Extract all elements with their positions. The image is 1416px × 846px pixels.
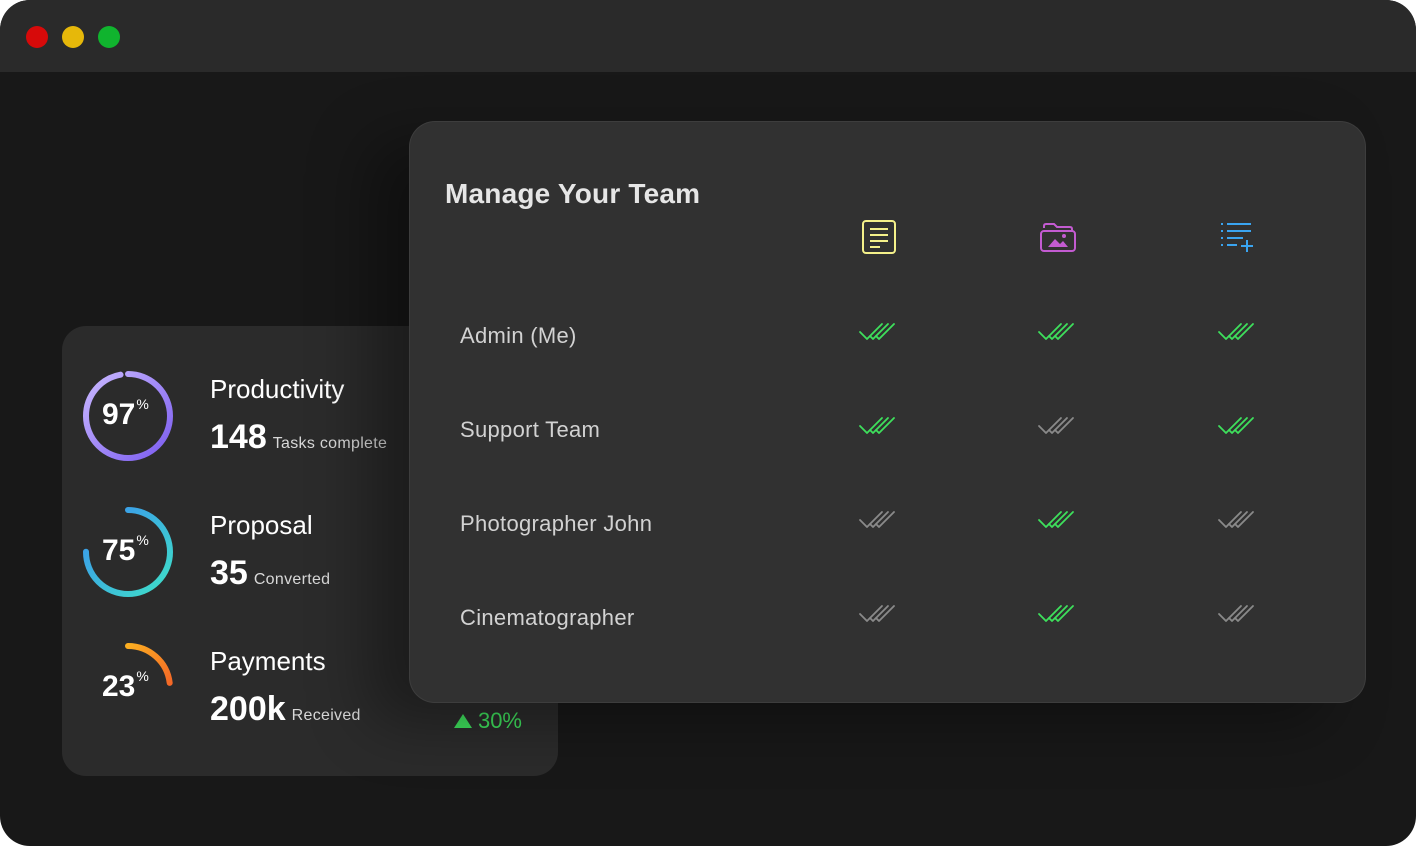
trend-value: 30% — [477, 708, 522, 733]
manage-team-panel: Manage Your Team Admin (Me) Support Team… — [409, 121, 1366, 703]
permission-denied-check-icon[interactable] — [1217, 508, 1261, 532]
document-icon[interactable] — [860, 218, 898, 256]
stat-title: Proposal — [210, 510, 313, 540]
permission-granted-check-icon[interactable] — [858, 414, 902, 438]
permission-granted-check-icon[interactable] — [1217, 320, 1261, 344]
permission-granted-check-icon[interactable] — [1037, 320, 1081, 344]
stat-title: Productivity — [210, 374, 345, 404]
app-window: 97% Productivity 148 Tasks complete 75% P… — [0, 0, 1416, 846]
stat-caption: Tasks complete — [272, 435, 388, 452]
team-member-label: Cinematographer — [460, 605, 635, 630]
team-member-label: Photographer John — [460, 511, 653, 536]
permission-denied-check-icon[interactable] — [858, 508, 902, 532]
arrow-up-icon — [453, 714, 472, 728]
maximize-button[interactable] — [98, 26, 120, 48]
permission-granted-check-icon[interactable] — [858, 320, 902, 344]
permission-denied-check-icon[interactable] — [858, 602, 902, 626]
add-list-icon[interactable] — [1218, 218, 1256, 256]
stat-caption: Converted — [253, 571, 331, 588]
stat-percent: 75% — [102, 532, 149, 567]
permission-denied-check-icon[interactable] — [1217, 602, 1261, 626]
team-member-label: Admin (Me) — [460, 323, 577, 348]
stat-value: 200k Received — [210, 690, 361, 728]
stat-value: 35 Converted — [210, 554, 331, 592]
team-member-label: Support Team — [460, 417, 601, 442]
permission-granted-check-icon[interactable] — [1037, 508, 1081, 532]
permission-granted-check-icon[interactable] — [1037, 602, 1081, 626]
stat-percent: 97% — [102, 396, 149, 431]
title-bar — [0, 0, 1416, 72]
permission-denied-check-icon[interactable] — [1037, 414, 1081, 438]
stat-percent: 23% — [102, 668, 149, 703]
close-button[interactable] — [26, 26, 48, 48]
stat-title: Payments — [210, 646, 326, 676]
panel-title: Manage Your Team — [445, 178, 701, 209]
image-folder-icon[interactable] — [1038, 218, 1076, 256]
stat-value: 148 Tasks complete — [210, 418, 388, 456]
minimize-button[interactable] — [62, 26, 84, 48]
trend-indicator: 30% — [453, 708, 522, 734]
permission-granted-check-icon[interactable] — [1217, 414, 1261, 438]
stat-caption: Received — [291, 707, 361, 724]
